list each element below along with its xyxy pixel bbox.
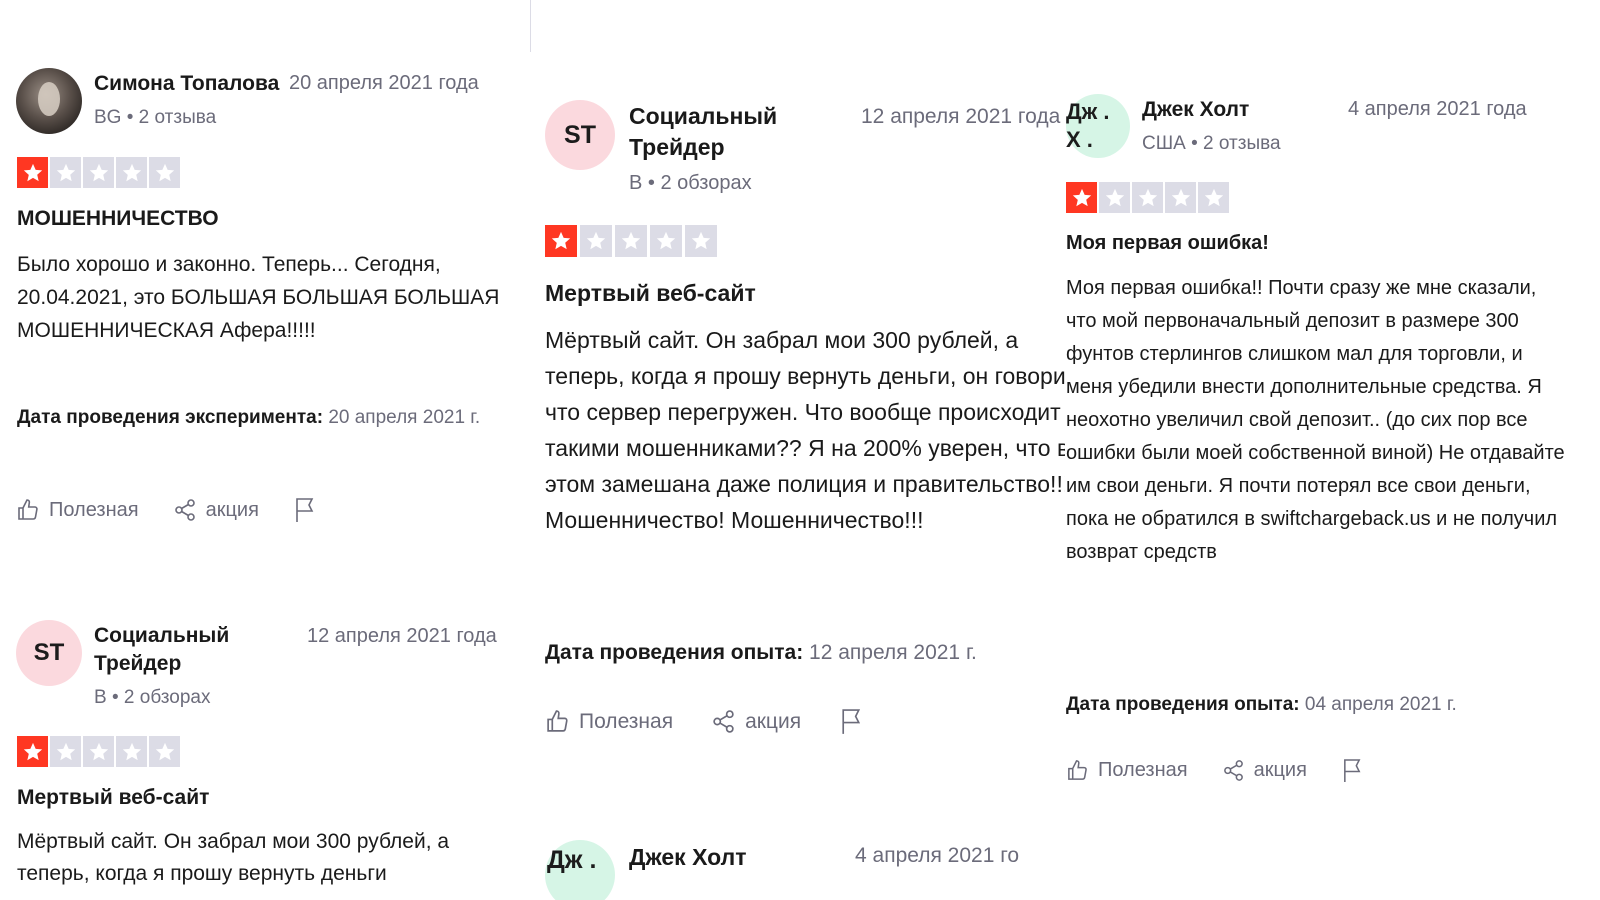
review-column-2: ST Социальный Трейдер 12 апреля 2021 год… [545,0,1065,900]
star-icon [83,736,114,767]
star-icon [545,225,577,257]
review-date: 12 апреля 2021 года [861,105,1061,128]
review-title[interactable]: Мертвый веб-сайт [545,280,756,307]
flag-icon [296,498,314,522]
experience-date: Дата проведения опыта: 12 апреля 2021 г. [545,639,1055,667]
star-rating [17,157,180,188]
star-icon [615,225,647,257]
share-icon [174,499,195,521]
star-icon [1066,182,1097,213]
reviewer-meta: В • 2 обзорах [629,172,752,194]
star-icon [149,157,180,188]
star-icon [116,736,147,767]
experience-date: Дата проведения опыта: 04 апреля 2021 г. [1066,694,1576,716]
experience-date-value: 04 апреля 2021 г. [1304,694,1457,715]
star-rating [545,225,717,257]
reviewer-name[interactable]: Джек Холт [1142,98,1249,122]
reviewer-name[interactable]: Социальный Трейдер [629,101,829,163]
review-text: Мёртвый сайт. Он забрал мои 300 рублей, … [17,830,450,885]
reviewer-meta: В • 2 обзорах [94,687,211,708]
reviewer-review-count: 2 отзыва [138,107,217,128]
flag-icon [842,709,861,734]
flag-icon [1344,759,1361,782]
share-label: акция [1253,759,1307,781]
star-rating [1066,182,1229,213]
star-icon [685,225,717,257]
review-actions: Полезная акция [1066,757,1398,784]
reviewer-country: В [629,172,643,194]
avatar[interactable]: Дж . Х . [1066,94,1130,158]
reviewer-review-count: 2 обзорах [660,172,752,194]
star-icon [50,736,81,767]
star-icon [17,736,48,767]
star-icon [17,157,48,188]
useful-button[interactable]: Полезная [16,498,139,522]
avatar[interactable]: Дж . [545,840,615,900]
avatar[interactable]: ST [545,100,615,170]
share-label: акция [205,498,259,521]
useful-button[interactable]: Полезная [545,709,673,734]
avatar[interactable]: ST [16,620,82,686]
share-button[interactable]: акция [1222,759,1307,782]
review-actions: Полезная акция [16,496,351,524]
reviewer-country: США [1142,133,1186,154]
star-rating [17,736,180,767]
useful-button[interactable]: Полезная [1066,759,1188,782]
star-icon [1132,182,1163,213]
review-column-1: Симона Топалова 20 апреля 2021 года BG •… [0,0,530,900]
star-icon [1099,182,1130,213]
review-text: Мёртвый сайт. Он забрал мои 300 рублей, … [545,327,1065,533]
star-icon [580,225,612,257]
useful-label: Полезная [49,498,139,521]
reviewer-review-count: 2 обзорах [123,687,211,708]
share-button[interactable]: акция [711,709,801,734]
thumbs-up-icon [18,499,38,520]
review-text: Моя первая ошибка!! Почти сразу же мне с… [1066,277,1565,563]
reviewer-meta: США • 2 отзыва [1142,133,1281,154]
reviewer-country: В [94,687,107,708]
reviewer-review-count: 2 отзыва [1203,133,1281,154]
experience-date-label: Дата проведения эксперимента: [17,407,324,428]
experience-date: Дата проведения эксперимента: 20 апреля … [17,403,487,432]
experience-date-label: Дата проведения опыта: [1066,694,1300,715]
share-button[interactable]: акция [173,498,259,522]
experience-date-label: Дата проведения опыта: [545,641,804,664]
star-icon [50,157,81,188]
reviewer-name[interactable]: Социальный Трейдер [94,622,294,678]
review-title[interactable]: Моя первая ошибка! [1066,232,1269,255]
reviewer-name[interactable]: Симона Топалова [94,72,279,96]
review-title[interactable]: МОШЕННИЧЕСТВО [17,207,219,231]
reviewer-meta: BG • 2 отзыва [94,107,217,128]
star-icon [1198,182,1229,213]
thumbs-up-icon [547,710,568,732]
experience-date-value: 20 апреля 2021 г. [328,407,481,428]
review-date: 20 апреля 2021 года [289,72,479,94]
useful-label: Полезная [579,709,674,733]
review-date: 4 апреля 2021 года [1348,98,1527,120]
thumbs-up-icon [1068,760,1087,780]
avatar[interactable] [16,68,82,134]
report-button[interactable] [293,496,317,524]
star-icon [650,225,682,257]
share-icon [713,710,734,733]
review-column-3: Дж . Х . Джек Холт 4 апреля 2021 года СШ… [1066,0,1600,900]
experience-date-value: 12 апреля 2021 г. [809,641,977,664]
star-icon [116,157,147,188]
share-label: акция [745,709,802,733]
review-date: 4 апреля 2021 го [855,844,1020,867]
review-date: 12 апреля 2021 года [307,625,497,647]
reviewer-name[interactable]: Джек Холт [629,844,746,871]
star-icon [149,736,180,767]
report-button[interactable] [1341,757,1364,784]
review-actions: Полезная акция [545,707,898,736]
share-icon [1223,760,1243,781]
reviewer-country: BG [94,107,122,128]
useful-label: Полезная [1098,759,1188,781]
report-button[interactable] [839,707,864,736]
star-icon [83,157,114,188]
review-text: Было хорошо и законно. Теперь... Сегодня… [17,253,500,342]
review-title[interactable]: Мертвый веб-сайт [17,786,209,810]
star-icon [1165,182,1196,213]
